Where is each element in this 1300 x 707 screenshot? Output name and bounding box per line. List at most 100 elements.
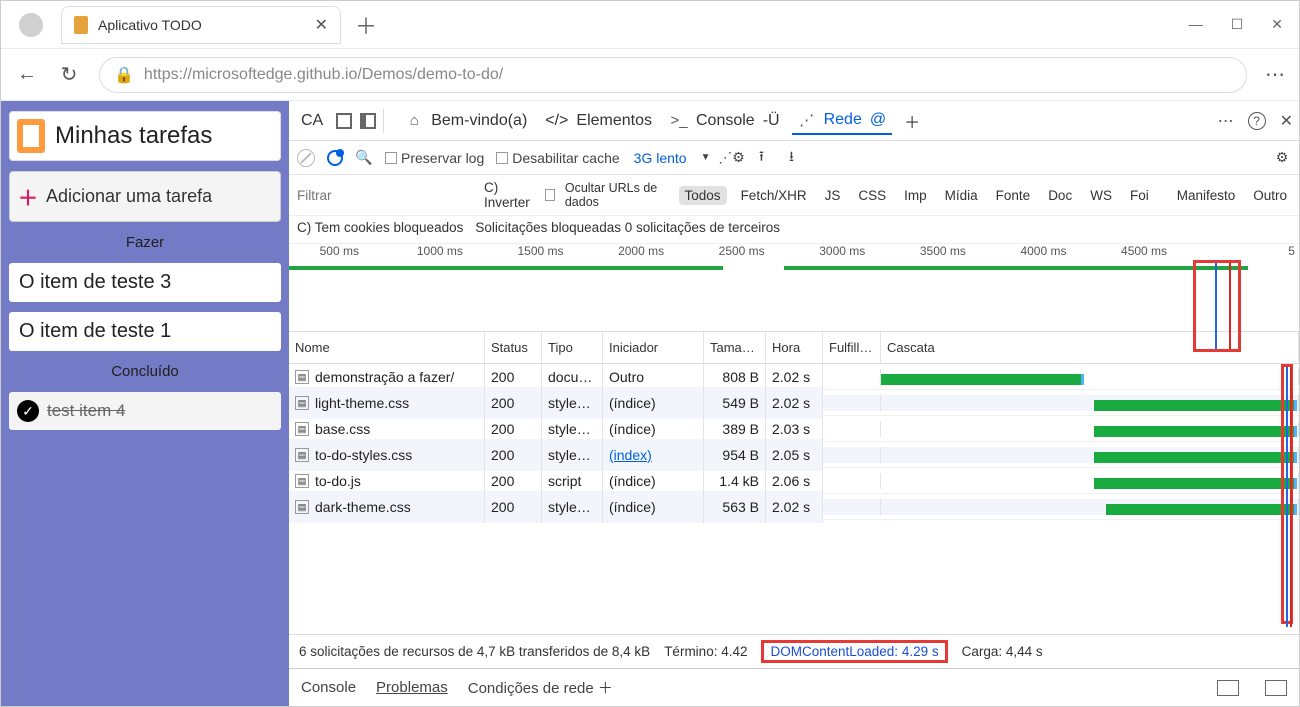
drawer-icon[interactable] xyxy=(1265,680,1287,696)
record-button[interactable] xyxy=(297,149,315,167)
network-toolbar: 🔍 Preservar log Desabilitar cache 3G len… xyxy=(289,141,1299,175)
timeline-overview[interactable]: 500 ms 1000 ms 1500 ms 2000 ms 2500 ms 3… xyxy=(289,244,1299,332)
filter-font[interactable]: Fonte xyxy=(992,186,1035,205)
summary-load: Carga: 4,44 s xyxy=(962,644,1043,659)
app-header: Minhas tarefas xyxy=(9,111,281,161)
tab-title: Aplicativo TODO xyxy=(98,17,305,33)
waterfall-highlight xyxy=(1281,364,1293,624)
add-task-label: Adicionar uma tarefa xyxy=(46,186,212,207)
network-filter-row: C) Inverter Ocultar URLs de dados Todos … xyxy=(289,175,1299,216)
devtools-tabbar: CA ⌂ Bem-vindo(a) </> Elementos >_ Conso… xyxy=(289,101,1299,141)
col-status[interactable]: Status xyxy=(485,332,542,363)
navigation-bar: ← ↻ 🔒 https://microsoftedge.github.io/De… xyxy=(1,49,1299,101)
search-icon[interactable]: 🔍 xyxy=(355,149,373,167)
blocked-requests-label: Solicitações bloqueadas 0 solicitações d… xyxy=(475,220,780,235)
devtools-close-icon[interactable]: ✕ xyxy=(1280,111,1293,131)
import-icon[interactable]: ⭱ xyxy=(753,149,771,167)
devtools-more-icon[interactable]: ⋯ xyxy=(1218,111,1234,131)
col-name[interactable]: Nome xyxy=(289,332,485,363)
file-icon: ▤ xyxy=(295,370,309,384)
col-type[interactable]: Tipo xyxy=(542,332,603,363)
col-size[interactable]: Tamanho xyxy=(704,332,766,363)
check-icon: ✓ xyxy=(17,400,39,422)
col-fulfill[interactable]: Fulfill… xyxy=(823,332,881,363)
network-conditions-icon[interactable]: ⋰⚙ xyxy=(723,149,741,167)
network-summary: 6 solicitações de recursos de 4,7 kB tra… xyxy=(289,634,1299,668)
filter-all[interactable]: Todos xyxy=(679,186,727,205)
close-tab-icon[interactable]: ✕ xyxy=(315,15,328,35)
drawer-issues[interactable]: Problemas xyxy=(376,679,448,696)
inspect-mode-button[interactable]: CA xyxy=(295,108,329,134)
settings-icon[interactable]: ⚙ xyxy=(1273,149,1291,167)
invert-checkbox[interactable]: C) Inverter xyxy=(484,180,535,210)
hide-data-label: Ocultar URLs de dados xyxy=(565,181,669,209)
tab-console[interactable]: >_ Console -Ü xyxy=(664,108,786,134)
task-item-done[interactable]: ✓ test item 4 xyxy=(9,392,281,430)
filter-doc[interactable]: Doc xyxy=(1044,186,1076,205)
preserve-log-checkbox[interactable]: Preservar log xyxy=(385,150,484,166)
app-title: Minhas tarefas xyxy=(55,122,212,150)
home-icon: ⌂ xyxy=(405,112,423,130)
browser-tab[interactable]: Aplicativo TODO ✕ xyxy=(61,6,341,44)
tab-elements[interactable]: </> Elementos xyxy=(539,108,658,134)
file-icon: ▤ xyxy=(295,396,309,410)
task-item[interactable]: O item de teste 1 xyxy=(9,312,281,351)
plus-icon: ＋ xyxy=(18,182,38,211)
drawer-icon[interactable] xyxy=(1217,680,1239,696)
filter-manifest[interactable]: Manifesto xyxy=(1173,186,1240,205)
help-icon[interactable]: ? xyxy=(1248,112,1266,130)
blocked-cookies-checkbox[interactable]: C) Tem cookies bloqueados xyxy=(297,220,463,235)
file-icon: ▤ xyxy=(295,448,309,462)
hide-data-checkbox[interactable] xyxy=(545,189,555,201)
throttle-caret-icon[interactable]: ▼ xyxy=(701,152,711,163)
tab-network[interactable]: ⋰ Rede @ xyxy=(792,107,893,135)
window-close-icon[interactable]: ✕ xyxy=(1271,16,1283,33)
col-waterfall[interactable]: Cascata xyxy=(881,332,1299,363)
filter-fetch[interactable]: Fetch/XHR xyxy=(737,186,811,205)
tab-welcome[interactable]: ⌂ Bem-vindo(a) xyxy=(399,108,533,134)
filter-other[interactable]: Outro xyxy=(1249,186,1291,205)
section-label-todo: Fazer xyxy=(9,232,281,253)
filter-input[interactable] xyxy=(297,188,474,203)
browser-menu-button[interactable]: ⋯ xyxy=(1265,62,1285,87)
filter-ws[interactable]: WS xyxy=(1086,186,1116,205)
filter-wasm[interactable]: Foi xyxy=(1126,186,1153,205)
drawer-console[interactable]: Console xyxy=(301,679,356,696)
devtools-panel: CA ⌂ Bem-vindo(a) </> Elementos >_ Conso… xyxy=(289,101,1299,706)
todo-app: Minhas tarefas ＋ Adicionar uma tarefa Fa… xyxy=(1,101,289,706)
network-filter-row2: C) Tem cookies bloqueados Solicitações b… xyxy=(289,216,1299,244)
throttle-select[interactable]: 3G lento xyxy=(632,149,689,167)
window-titlebar: Aplicativo TODO ✕ ＋ — ☐ ✕ xyxy=(1,1,1299,49)
filter-img[interactable]: Imp xyxy=(900,186,931,205)
window-minimize-icon[interactable]: — xyxy=(1189,16,1203,33)
summary-finish: Término: 4.42 xyxy=(664,644,747,659)
back-button[interactable]: ← xyxy=(15,63,39,86)
filter-toggle-icon[interactable] xyxy=(327,150,343,166)
refresh-button[interactable]: ↻ xyxy=(57,62,81,87)
new-tab-button[interactable]: ＋ xyxy=(355,9,377,41)
devtools-drawer: Console Problemas Condições de rede ＋ xyxy=(289,668,1299,706)
filter-css[interactable]: CSS xyxy=(854,186,890,205)
export-icon[interactable]: ⭳ xyxy=(783,149,801,167)
network-table-body: ▤demonstração a fazer/ 200 docu… Outro 8… xyxy=(289,364,1299,634)
dock-side-icon[interactable] xyxy=(359,112,377,130)
section-label-done: Concluído xyxy=(9,361,281,382)
filter-media[interactable]: Mídia xyxy=(941,186,982,205)
disable-cache-checkbox[interactable]: Desabilitar cache xyxy=(496,150,619,166)
address-bar[interactable]: 🔒 https://microsoftedge.github.io/Demos/… xyxy=(99,57,1247,93)
col-time[interactable]: Hora xyxy=(766,332,823,363)
filter-js[interactable]: JS xyxy=(821,186,845,205)
lock-icon: 🔒 xyxy=(114,65,134,85)
profile-avatar[interactable] xyxy=(19,13,43,37)
col-initiator[interactable]: Iniciador xyxy=(603,332,704,363)
task-item[interactable]: O item de teste 3 xyxy=(9,263,281,302)
add-task-button[interactable]: ＋ Adicionar uma tarefa xyxy=(9,171,281,222)
device-toggle-icon[interactable] xyxy=(335,112,353,130)
drawer-netcond[interactable]: Condições de rede ＋ xyxy=(468,677,613,698)
network-request-row[interactable]: ▤dark-theme.css 200 styles… (índice) 563… xyxy=(289,494,1299,520)
window-maximize-icon[interactable]: ☐ xyxy=(1231,16,1244,33)
tab-favicon xyxy=(74,16,88,34)
task-done-label: test item 4 xyxy=(47,401,125,421)
summary-requests: 6 solicitações de recursos de 4,7 kB tra… xyxy=(299,644,650,659)
more-tabs-button[interactable]: ＋ xyxy=(898,105,926,137)
